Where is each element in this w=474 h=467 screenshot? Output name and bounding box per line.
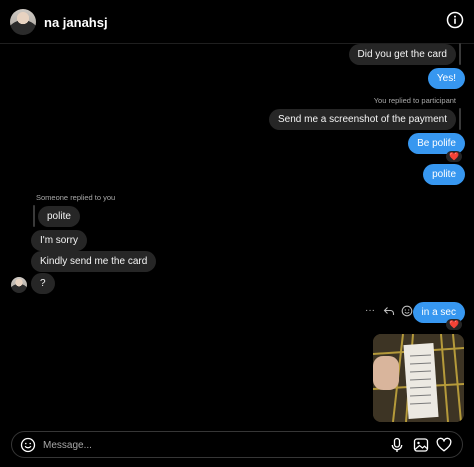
- microphone-icon[interactable]: [389, 437, 405, 453]
- heart-icon[interactable]: [436, 437, 452, 453]
- avatar[interactable]: [11, 277, 27, 293]
- heart-reaction[interactable]: ❤️: [446, 319, 462, 330]
- image-icon[interactable]: [413, 437, 429, 453]
- reply-bar: [459, 108, 461, 130]
- receipt-photo-image: [373, 334, 464, 422]
- more-icon[interactable]: ···: [364, 305, 376, 317]
- message-bubble[interactable]: I'm sorry: [31, 230, 88, 251]
- message-input[interactable]: [41, 436, 345, 455]
- reply-bar: [459, 43, 461, 65]
- message-composer: [11, 431, 463, 458]
- message-bubble[interactable]: Kindly send me the card: [31, 251, 157, 272]
- info-icon[interactable]: [446, 11, 464, 29]
- quoted-message[interactable]: polite: [38, 206, 80, 227]
- heart-reaction[interactable]: ❤️: [446, 151, 462, 162]
- avatar[interactable]: [10, 9, 36, 35]
- message-bubble[interactable]: Yes!: [427, 68, 465, 89]
- message-bubble[interactable]: Send me a screenshot of the payment: [269, 109, 456, 130]
- reply-meta: You replied to participant: [373, 96, 456, 105]
- chat-title[interactable]: na janahsj: [44, 15, 108, 30]
- reply-bar: [33, 205, 35, 227]
- shared-photo[interactable]: [373, 334, 464, 422]
- reply-meta: Someone replied to you: [36, 193, 116, 202]
- message-bubble[interactable]: Did you get the card: [348, 44, 456, 65]
- reply-icon[interactable]: [383, 305, 395, 317]
- emoji-icon[interactable]: [20, 437, 36, 453]
- message-bubble[interactable]: ?: [31, 273, 55, 294]
- chat-header: na janahsj: [0, 0, 474, 44]
- message-bubble[interactable]: polite: [423, 164, 465, 185]
- react-icon[interactable]: [401, 305, 413, 317]
